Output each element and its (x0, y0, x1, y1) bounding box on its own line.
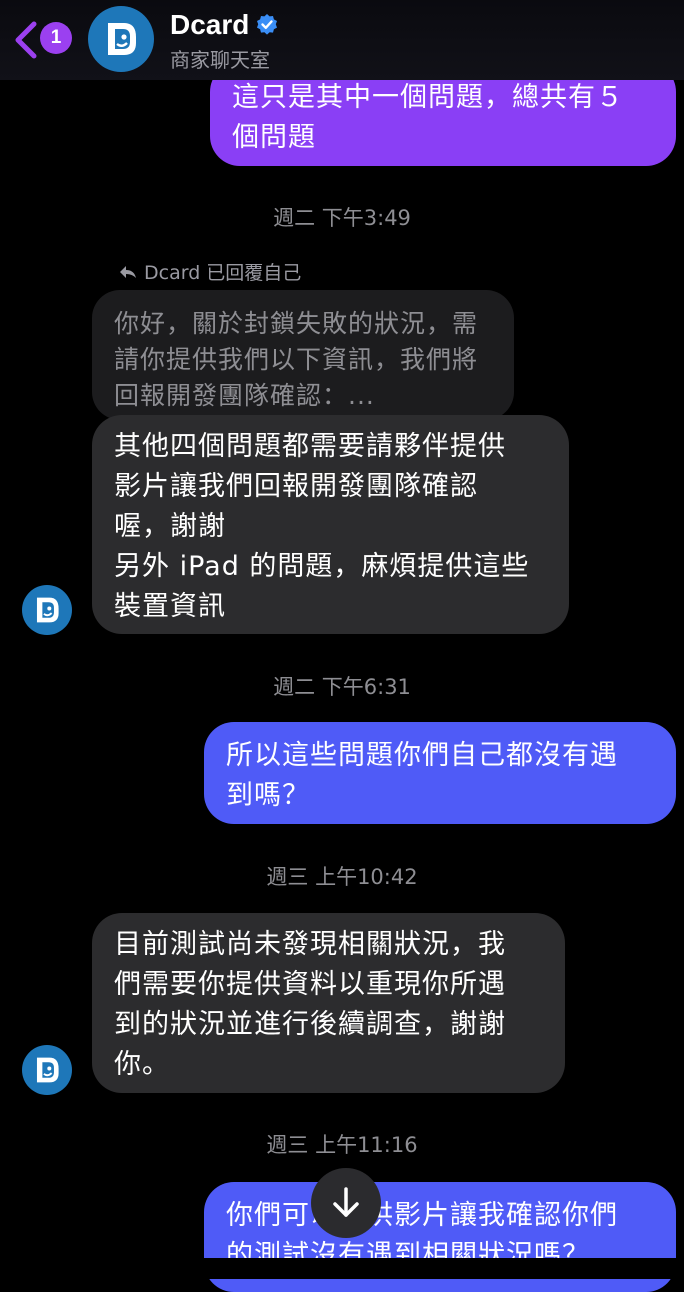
timestamp: 週二 下午6:31 (273, 675, 411, 699)
incoming-message[interactable]: 目前測試尚未發現相關狀況，我 們需要你提供資料以重現你所遇 到的狀況並進行後續調… (92, 913, 565, 1093)
dcard-logo-icon (36, 597, 59, 623)
reply-icon (120, 265, 136, 278)
bottom-edge (0, 1258, 684, 1279)
verified-icon (257, 14, 278, 35)
arrow-down-icon (333, 1187, 359, 1217)
sender-avatar[interactable] (22, 585, 72, 635)
chat-subtitle: 商家聊天室 (170, 48, 270, 72)
page-title: Dcard (170, 9, 250, 40)
quoted-message[interactable]: 你好，關於封鎖失敗的狀況，需 請你提供我們以下資訊，我們將 回報開發團隊確認：.… (92, 290, 514, 420)
timestamp: 週二 下午3:49 (273, 206, 411, 230)
scroll-to-bottom-button[interactable] (311, 1168, 381, 1238)
chevron-left-icon (15, 21, 37, 59)
outgoing-message[interactable]: 所以這些問題你們自己都沒有遇 到嗎？ (204, 722, 676, 824)
reply-label-text: Dcard 已回覆自己 (144, 262, 302, 284)
chat-header: 1 Dcard 商家聊天室 (0, 0, 684, 80)
timestamp: 週三 上午10:42 (266, 865, 418, 889)
dcard-logo-icon (36, 1057, 59, 1083)
title-row[interactable]: Dcard (170, 6, 279, 44)
dcard-logo-icon (108, 23, 136, 55)
reply-label: Dcard 已回覆自己 (118, 258, 301, 285)
incoming-message[interactable]: 其他四個問題都需要請夥伴提供 影片讓我們回報開發團隊確認 喔，謝謝 另外 iPa… (92, 415, 569, 634)
unread-count-badge[interactable]: 1 (40, 22, 72, 54)
header-avatar[interactable] (88, 6, 154, 72)
timestamp: 週三 上午11:16 (266, 1133, 418, 1157)
sender-avatar[interactable] (22, 1045, 72, 1095)
